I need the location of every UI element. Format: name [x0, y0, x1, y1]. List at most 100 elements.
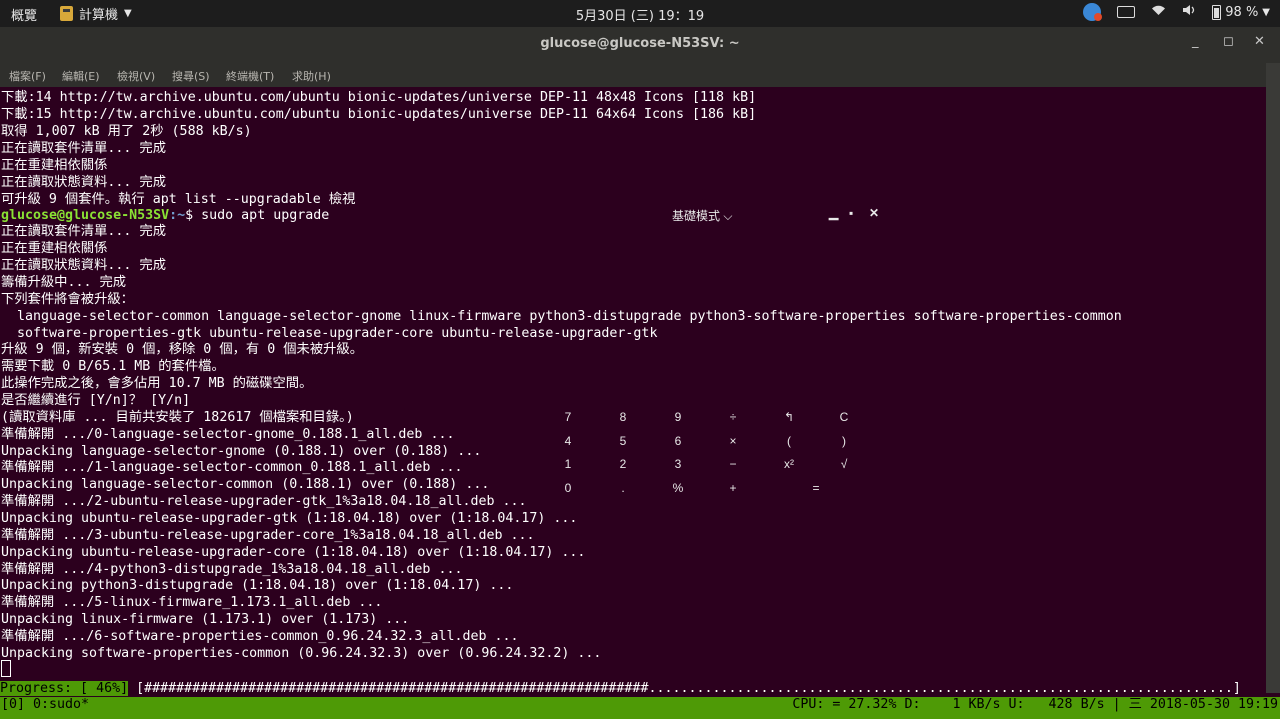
- key-8[interactable]: 8: [608, 410, 638, 424]
- terminal-cursor: [1, 660, 11, 677]
- calculator-app-icon: [60, 6, 73, 21]
- menu-file[interactable]: 檔案(F): [9, 68, 46, 84]
- calculator-close-button[interactable]: ✕: [869, 206, 879, 220]
- progress-label: Progress: [ 46%]: [0, 681, 129, 696]
- key-subtract[interactable]: −: [718, 457, 748, 471]
- calculator-maximize-button[interactable]: ▪: [849, 206, 853, 220]
- minimize-button[interactable]: _: [1192, 34, 1199, 49]
- key-9[interactable]: 9: [663, 410, 693, 424]
- battery-indicator[interactable]: 98 % ▼: [1212, 4, 1270, 20]
- terminal-line: 下列套件將會被升級：: [1, 292, 134, 307]
- terminal-line: 正在重建相依關係: [1, 158, 108, 173]
- key-2[interactable]: 2: [608, 457, 638, 471]
- activities-button[interactable]: 概覽: [11, 5, 37, 24]
- key-clear[interactable]: C: [829, 410, 859, 424]
- key-backspace[interactable]: ↰: [774, 410, 804, 424]
- key-close-paren[interactable]: ): [829, 434, 859, 448]
- calculator-mode-label: 基礎模式: [672, 209, 721, 223]
- battery-icon: [1212, 4, 1222, 20]
- system-tray[interactable]: 98 % ▼: [1083, 3, 1270, 21]
- clock[interactable]: 5月30日 (三) 19：19: [576, 9, 704, 24]
- menu-bar: 檔案(F) 編輯(E) 檢視(V) 搜尋(S) 終端機(T) 求助(H): [0, 63, 1266, 87]
- terminal-line: 準備解開 .../2-ubuntu-release-upgrader-gtk_1…: [1, 494, 527, 509]
- maximize-button[interactable]: ◻: [1223, 34, 1234, 49]
- terminal-line: 下載:14 http://tw.archive.ubuntu.com/ubunt…: [1, 90, 757, 105]
- menu-help[interactable]: 求助(H): [292, 68, 331, 84]
- key-square[interactable]: x²: [774, 457, 804, 471]
- terminal-line: 下載:15 http://tw.archive.ubuntu.com/ubunt…: [1, 107, 757, 122]
- terminal-line: 此操作完成之後，會多佔用 10.7 MB 的磁碟空間。: [1, 376, 313, 391]
- terminal-line: Unpacking ubuntu-release-upgrader-core (…: [1, 545, 586, 560]
- terminal-line: Unpacking software-properties-common (0.…: [1, 646, 602, 661]
- terminal-line: 正在讀取套件清單... 完成: [1, 224, 166, 239]
- terminal-line: Unpacking language-selector-gnome (0.188…: [1, 444, 482, 459]
- key-5[interactable]: 5: [608, 434, 638, 448]
- battery-percent: 98 %: [1225, 4, 1259, 20]
- terminal-line: 準備解開 .../0-language-selector-gnome_0.188…: [1, 427, 455, 442]
- terminal-line: 需要下載 0 B/65.1 MB 的套件檔。: [1, 359, 225, 374]
- terminal-line: 準備解開 .../3-ubuntu-release-upgrader-core_…: [1, 528, 535, 543]
- terminal-line: 正在讀取狀態資料... 完成: [1, 175, 166, 190]
- tmux-status-bar: [0] 0:sudo* CPU: = 27.32% D: 1 KB/s U: 4…: [0, 697, 1280, 719]
- wifi-icon: [1151, 4, 1166, 20]
- terminal-line: 準備解開 .../6-software-properties-common_0.…: [1, 629, 519, 644]
- terminal-line: 正在重建相依關係: [1, 241, 108, 256]
- key-1[interactable]: 1: [553, 457, 583, 471]
- chevron-down-icon: ⌵: [723, 209, 733, 223]
- progress-track: [#######################################…: [128, 681, 1241, 696]
- shell-prompt: glucose@glucose-N53SV:~$ sudo apt upgrad…: [1, 207, 329, 224]
- terminal-line: Unpacking linux-firmware (1.173.1) over …: [1, 612, 410, 627]
- terminal-output[interactable]: 下載:14 http://tw.archive.ubuntu.com/ubunt…: [0, 87, 1266, 693]
- chevron-down-icon: ▼: [124, 8, 132, 19]
- chrome-notification-icon[interactable]: [1083, 3, 1103, 21]
- key-0[interactable]: 0: [553, 481, 583, 495]
- top-bar: 概覽 計算機 ▼ 5月30日 (三) 19：19 98 % ▼: [0, 0, 1280, 27]
- key-3[interactable]: 3: [663, 457, 693, 471]
- key-percent[interactable]: %: [663, 481, 693, 495]
- key-7[interactable]: 7: [553, 410, 583, 424]
- app-menu[interactable]: 計算機 ▼: [60, 4, 132, 23]
- terminal-scrollbar[interactable]: [1266, 63, 1280, 693]
- volume-icon: [1182, 4, 1196, 20]
- tmux-status-right: CPU: = 27.32% D: 1 KB/s U: 428 B/s | 三 2…: [792, 697, 1278, 712]
- terminal-line: 準備解開 .../1-language-selector-common_0.18…: [1, 460, 463, 475]
- terminal-line: language-selector-common language-select…: [1, 309, 1122, 324]
- terminal-line: software-properties-gtk ubuntu-release-u…: [1, 326, 658, 341]
- terminal-line: 準備解開 .../5-linux-firmware_1.173.1_all.de…: [1, 595, 383, 610]
- terminal-line: 是否繼續進行 [Y/n]？ [Y/n]: [1, 393, 191, 408]
- key-sqrt[interactable]: √: [829, 457, 859, 471]
- key-4[interactable]: 4: [553, 434, 583, 448]
- window-titlebar[interactable]: glucose@glucose-N53SV: ~ _ ◻ ✕: [0, 27, 1280, 63]
- keyboard-icon[interactable]: [1117, 6, 1136, 18]
- prompt-path: :~: [169, 208, 186, 223]
- chevron-down-icon: ▼: [1262, 6, 1270, 18]
- menu-search[interactable]: 搜尋(S): [172, 68, 210, 84]
- tmux-window-list[interactable]: [0] 0:sudo*: [1, 697, 89, 713]
- calculator-mode-selector[interactable]: 基礎模式 ⌵: [672, 207, 732, 224]
- close-button[interactable]: ✕: [1254, 34, 1265, 49]
- terminal-line: Unpacking python3-distupgrade (1:18.04.1…: [1, 578, 514, 593]
- key-6[interactable]: 6: [663, 434, 693, 448]
- terminal-line: 正在讀取狀態資料... 完成: [1, 258, 166, 273]
- key-decimal[interactable]: .: [608, 481, 638, 495]
- calculator-minimize-button[interactable]: ▁: [829, 206, 838, 220]
- terminal-line: Unpacking ubuntu-release-upgrader-gtk (1…: [1, 511, 578, 526]
- terminal-line: 籌備升級中... 完成: [1, 275, 127, 290]
- terminal-line: (讀取資料庫 ... 目前共安裝了 182617 個檔案和目錄。): [1, 410, 354, 425]
- terminal-line: 可升級 9 個套件。執行 apt list --upgradable 檢視: [1, 192, 356, 207]
- menu-view[interactable]: 檢視(V): [117, 68, 155, 84]
- terminal-line: 準備解開 .../4-python3-distupgrade_1%3a18.04…: [1, 562, 463, 577]
- terminal-line: 取得 1,007 kB 用了 2秒 (588 kB/s): [1, 124, 252, 139]
- key-open-paren[interactable]: (: [774, 434, 804, 448]
- apt-progress-bar: Progress: [ 46%] [######################…: [0, 680, 1266, 697]
- key-add[interactable]: +: [718, 481, 748, 495]
- prompt-user: glucose@glucose-N53SV: [1, 208, 170, 223]
- terminal-line: 升級 9 個，新安裝 0 個，移除 0 個，有 0 個未被升級。: [1, 342, 364, 357]
- terminal-line: 正在讀取套件清單... 完成: [1, 141, 166, 156]
- menu-terminal[interactable]: 終端機(T): [226, 68, 274, 84]
- menu-edit[interactable]: 編輯(E): [62, 68, 100, 84]
- key-divide[interactable]: ÷: [718, 410, 748, 424]
- key-multiply[interactable]: ×: [718, 434, 748, 448]
- prompt-command: $ sudo apt upgrade: [185, 208, 330, 223]
- key-equals[interactable]: =: [801, 481, 831, 495]
